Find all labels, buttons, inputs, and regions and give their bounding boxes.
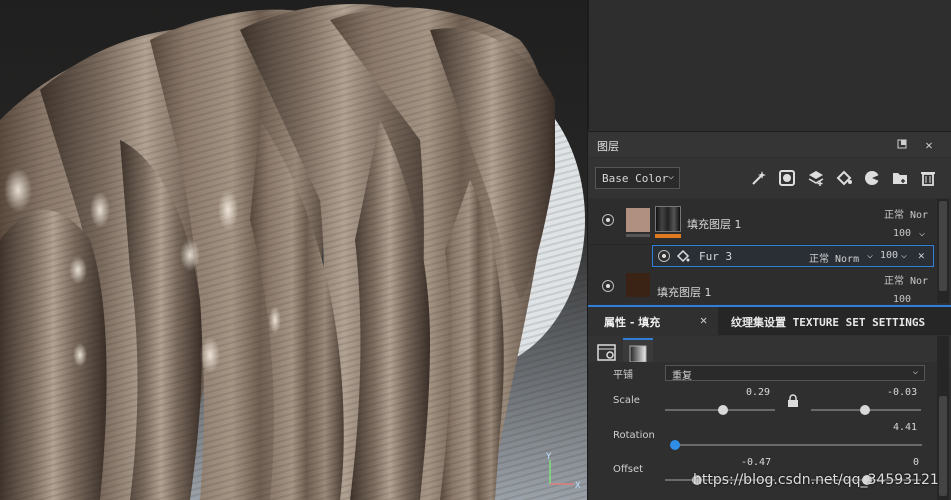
layer-opacity[interactable]: 100 [893,294,911,303]
close-icon[interactable]: ✕ [700,313,707,327]
magic-wand-icon[interactable] [750,169,768,187]
effect-row-selected[interactable]: Fur 3 正常 Norm ⌵ 100 ⌵ ✕ [652,245,934,267]
tiling-dropdown[interactable]: 重复 ⌵ [665,365,925,382]
offset-v-value[interactable]: 0 [913,457,919,468]
watermark-text: https://blog.csdn.net/qq_34593121 [693,472,939,488]
right-dock: 图层 ✕ Base Color ⌵ 填充图层 1 正常 Nor 100 ⌵ Fu… [587,0,951,500]
rotation-value[interactable]: 4.41 [893,422,917,433]
effect-blend-mode[interactable]: 正常 Norm [809,250,859,265]
scale-u-knob[interactable] [718,405,729,415]
axis-x-label: X [575,481,580,490]
scale-v-value[interactable]: -0.03 [887,387,917,398]
chevron-down-icon: ⌵ [912,367,918,377]
visibility-eye-icon[interactable] [602,280,614,292]
layer-name: 填充图层 1 [657,286,712,299]
add-mask-icon[interactable] [778,169,796,187]
layer-thumb-bar [626,234,650,237]
layer-color-thumbnail [626,208,650,232]
material-settings-icon[interactable] [596,342,618,364]
layer-blend-mode[interactable]: 正常 Nor [884,206,928,221]
tab-texture-set-settings[interactable]: 纹理集设置 TEXTURE SET SETTINGS [721,307,951,335]
effect-name: Fur 3 [699,250,733,263]
channel-select-value: Base Color [602,172,669,185]
layer-mask-thumbnail[interactable] [655,206,681,232]
chevron-down-icon[interactable]: ⌵ [919,228,925,239]
axis-y-label: Y [546,452,552,462]
effect-opacity[interactable]: 100 [880,250,898,261]
layer-blend-mode[interactable]: 正常 Nor [884,272,928,287]
rotation-label: Rotation [613,430,655,441]
chevron-down-icon[interactable]: ⌵ [867,250,873,261]
empty-panel-area [588,0,951,130]
add-fill-layer-icon[interactable] [835,169,853,187]
undock-icon[interactable] [895,138,909,152]
add-effect-icon[interactable] [863,169,881,187]
close-icon[interactable]: ✕ [922,138,936,152]
layer-color-thumbnail [626,273,650,297]
visibility-eye-icon[interactable] [602,214,614,226]
tiling-value: 重复 [672,371,692,382]
properties-tab-bar: 属性 - 填充 ✕ 纹理集设置 TEXTURE SET SETTINGS [588,305,951,335]
layer-name: 填充图层 1 [687,218,742,231]
layer-opacity[interactable]: 100 [893,228,911,239]
3d-viewport[interactable]: Y X [0,0,587,500]
axis-gizmo: Y X [546,452,580,490]
layers-panel-title: 图层 [597,140,619,153]
rotation-knob[interactable] [669,440,680,450]
tab-texture-set-label: 纹理集设置 TEXTURE SET SETTINGS [731,316,926,329]
tiling-label: 平铺 [613,370,633,381]
tab-properties-label: 属性 - 填充 [604,316,661,329]
trash-icon[interactable] [919,169,937,187]
add-folder-icon[interactable] [891,169,909,187]
hair-mesh-render [0,0,587,500]
offset-label: Offset [613,464,644,475]
chevron-down-icon: ⌵ [667,171,674,182]
add-layer-icon[interactable] [807,169,825,187]
channel-select[interactable]: Base Color ⌵ [595,167,680,189]
layers-panel-header: 图层 ✕ [588,131,951,157]
offset-u-value[interactable]: -0.47 [741,457,771,468]
rotation-slider[interactable] [672,444,922,446]
chevron-down-icon[interactable]: ⌵ [901,250,907,261]
fill-bucket-icon [676,249,690,263]
scale-v-knob[interactable] [859,405,870,415]
layers-toolbar: Base Color ⌵ [588,158,951,198]
layer-mask-indicator [655,234,681,238]
visibility-eye-icon[interactable] [658,250,670,262]
scale-label: Scale [613,395,640,406]
remove-effect-icon[interactable]: ✕ [918,249,925,262]
layer-row[interactable]: 填充图层 1 正常 Nor 100 ⌵ [588,199,936,245]
gradient-icon [629,345,647,363]
tab-properties-fill[interactable]: 属性 - 填充 ✕ [588,307,718,335]
layers-scrollbar[interactable] [937,199,949,303]
layer-list: 填充图层 1 正常 Nor 100 ⌵ Fur 3 正常 Norm ⌵ 100 … [588,199,936,303]
lock-icon[interactable] [787,394,799,408]
scale-u-value[interactable]: 0.29 [746,387,770,398]
layer-row[interactable]: 填充图层 1 正常 Nor 100 [588,268,936,303]
